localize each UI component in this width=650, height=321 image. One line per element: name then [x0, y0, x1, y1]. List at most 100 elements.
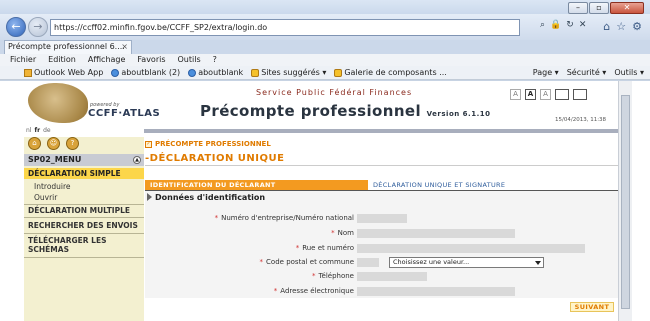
menu-help[interactable]: ?: [213, 54, 217, 66]
expand-arrow-icon[interactable]: [147, 193, 152, 201]
search-icon[interactable]: ⌕: [540, 20, 545, 30]
breadcrumb: ✓ PRÉCOMPTE PROFESSIONNEL: [145, 140, 271, 148]
version: Version 6.1.10: [426, 110, 491, 118]
back-button[interactable]: ←: [6, 17, 26, 37]
label-text: Numéro d'entreprise/Numéro national: [221, 214, 354, 222]
close-tab-icon[interactable]: ×: [121, 41, 128, 53]
fav-sites-suggeres[interactable]: Sites suggérés ▾: [251, 66, 326, 79]
refresh-icon[interactable]: ↻: [566, 20, 574, 30]
page-title: Précompte professionnel Version 6.1.10: [200, 102, 490, 120]
suggested-sites-icon: [251, 68, 260, 77]
menu-favoris[interactable]: Favoris: [137, 54, 165, 66]
email-value[interactable]: [357, 287, 515, 296]
vertical-scrollbar[interactable]: [618, 81, 632, 321]
menu-bar: Fichier Edition Affichage Favoris Outils…: [0, 54, 650, 66]
page-icon: [188, 68, 197, 77]
sidebar-item-declaration-simple[interactable]: DÉCLARATION SIMPLE: [24, 168, 144, 179]
field-row-nom: * Nom: [145, 228, 618, 240]
telephone-value[interactable]: [357, 272, 427, 281]
label-text: Rue et numéro: [302, 244, 354, 252]
lock-icon[interactable]: 🔒: [550, 20, 561, 30]
star-icon[interactable]: ☆: [616, 20, 626, 33]
menu-outils[interactable]: Outils: [178, 54, 201, 66]
fav-label: Sites suggérés ▾: [261, 67, 327, 77]
fav-galerie[interactable]: Galerie de composants ...: [334, 66, 447, 79]
layout-columns-icon[interactable]: [573, 89, 587, 100]
font-large-button[interactable]: A: [540, 89, 551, 100]
page-icon: [111, 68, 120, 77]
tool-page[interactable]: Page ▾: [533, 66, 559, 80]
tool-outils[interactable]: Outils ▾: [614, 66, 644, 80]
lion-logo-image: [28, 83, 88, 123]
help-icon[interactable]: ?: [66, 137, 79, 150]
nom-value[interactable]: [357, 229, 515, 238]
breadcrumb-label[interactable]: PRÉCOMPTE PROFESSIONNEL: [155, 140, 271, 148]
browser-tab[interactable]: Précompte professionnel 6.... ×: [4, 40, 132, 54]
commune-select[interactable]: Choisissez une valeur...: [389, 257, 544, 268]
menu-edition[interactable]: Edition: [48, 54, 76, 66]
minimize-button[interactable]: –: [568, 2, 588, 14]
scrollbar-thumb[interactable]: [621, 95, 630, 309]
checkbox-icon: ✓: [145, 140, 152, 148]
maximize-button[interactable]: ▫: [589, 2, 609, 14]
field-label: * Rue et numéro: [296, 244, 354, 252]
browser-icons: ⌂ ☆ ⚙: [603, 20, 642, 33]
address-path: /CCFF_SP2/extra/login.do: [166, 23, 268, 32]
font-small-button[interactable]: A: [510, 89, 521, 100]
site-header: powered by CCFF·ATLAS Service Public Féd…: [24, 81, 618, 126]
sidebar-item-introduire[interactable]: Introduire: [34, 182, 71, 191]
menu-affichage[interactable]: Affichage: [88, 54, 126, 66]
select-value: Choisissez une valeur...: [393, 258, 470, 266]
fav-aboutblank-2[interactable]: aboutblank (2): [111, 66, 180, 79]
tab-bar: Précompte professionnel 6.... ×: [0, 40, 650, 54]
sidebar-item-rechercher[interactable]: RECHERCHER DES ENVOIS: [24, 221, 144, 230]
font-medium-button[interactable]: A: [525, 89, 536, 100]
sidebar-item-ouvrir[interactable]: Ouvrir: [34, 193, 57, 202]
label-text: Nom: [337, 229, 354, 237]
fav-label: Galerie de composants ...: [344, 67, 447, 77]
form-section-header: Données d'identification: [145, 192, 618, 203]
window-controls: – ▫ ✕: [568, 2, 644, 14]
gear-icon[interactable]: ⚙: [632, 20, 642, 33]
close-icon[interactable]: ✕: [579, 20, 587, 30]
sidebar-item-schemas[interactable]: SCHÉMAS: [24, 245, 144, 254]
home-icon[interactable]: ⌂: [603, 20, 610, 33]
field-row-email: * Adresse électronique: [145, 286, 618, 298]
next-button[interactable]: SUIVANT: [570, 302, 614, 312]
enterprise-number-value[interactable]: [357, 214, 407, 223]
chevron-down-icon: [535, 261, 541, 265]
user-icon[interactable]: ☺: [47, 137, 60, 150]
forward-button[interactable]: →: [28, 17, 48, 37]
required-marker: *: [311, 272, 316, 280]
menu-fichier[interactable]: Fichier: [10, 54, 36, 66]
home-icon[interactable]: ⌂: [28, 137, 41, 150]
sidebar-item-declaration-multiple[interactable]: DÉCLARATION MULTIPLE: [24, 206, 144, 215]
address-bar[interactable]: https://ccff02.minfin.fgov.be/CCFF_SP2/e…: [50, 19, 520, 36]
language-switcher: nl fr de: [26, 127, 51, 134]
tool-securite[interactable]: Sécurité ▾: [567, 66, 607, 80]
form-title: Données d'identification: [155, 193, 266, 202]
required-marker: *: [273, 287, 278, 295]
close-window-button[interactable]: ✕: [610, 2, 644, 14]
section-divider: [145, 165, 618, 166]
lang-nl[interactable]: nl: [26, 127, 31, 134]
postal-code-value[interactable]: [357, 258, 379, 267]
tab-identification[interactable]: IDENTIFICATION DU DÉCLARANT: [145, 180, 368, 190]
fav-label: Outlook Web App: [34, 67, 104, 77]
required-marker: *: [295, 244, 300, 252]
rue-value[interactable]: [357, 244, 585, 253]
lang-de[interactable]: de: [43, 127, 51, 134]
fav-outlook[interactable]: Outlook Web App: [24, 66, 103, 79]
app-title: Précompte professionnel: [200, 102, 422, 120]
sidebar-item-telecharger[interactable]: TÉLÉCHARGER LES: [24, 236, 144, 245]
ccff-logo: CCFF·ATLAS: [88, 108, 161, 119]
collapse-icon[interactable]: ▲: [133, 156, 141, 164]
lang-fr[interactable]: fr: [34, 127, 40, 134]
page-margin-right: [632, 81, 650, 321]
field-row-rue: * Rue et numéro: [145, 243, 618, 255]
layout-wide-icon[interactable]: [555, 89, 569, 100]
fav-aboutblank[interactable]: aboutblank: [188, 66, 243, 79]
tab-declaration-signature[interactable]: DÉCLARATION UNIQUE ET SIGNATURE: [368, 180, 618, 190]
sidebar-divider: [24, 204, 144, 205]
field-row-enterprise-number: * Numéro d'entreprise/Numéro national: [145, 213, 618, 225]
